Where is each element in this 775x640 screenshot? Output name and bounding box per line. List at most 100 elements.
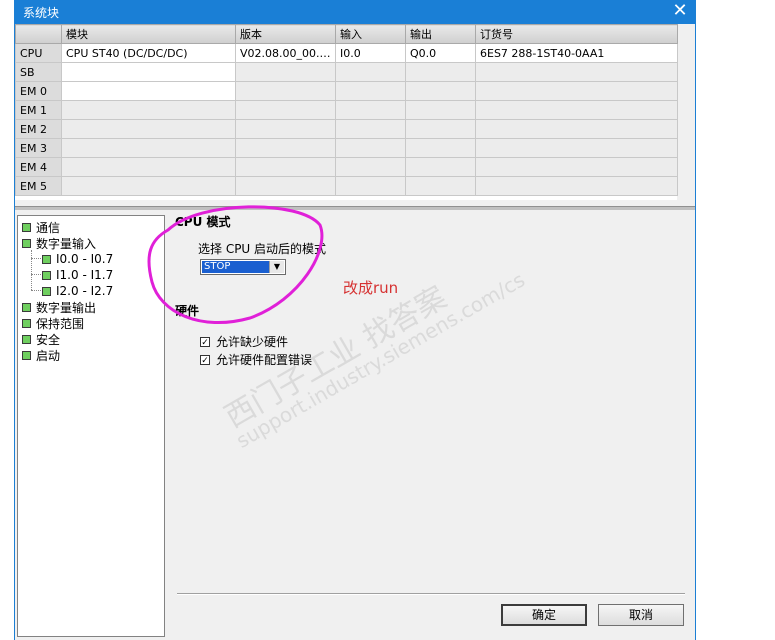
ok-button[interactable]: 确定 bbox=[501, 604, 587, 626]
tree-node-icon bbox=[22, 334, 31, 344]
tree-item-i2[interactable]: I2.0 - I2.7 bbox=[42, 283, 113, 299]
tree-item-label: I1.0 - I1.7 bbox=[56, 268, 114, 282]
tree-connector bbox=[31, 274, 41, 275]
table-row[interactable]: EM 5 bbox=[15, 176, 678, 196]
startup-mode-select[interactable]: STOP ▼ bbox=[200, 259, 286, 275]
output-cell bbox=[405, 176, 476, 196]
version-cell: V02.08.00_00.00... bbox=[235, 43, 336, 63]
input-cell bbox=[335, 100, 406, 120]
input-cell bbox=[335, 138, 406, 158]
module-cell[interactable] bbox=[61, 62, 236, 82]
slot-label: EM 4 bbox=[15, 157, 62, 177]
startup-mode-label: 选择 CPU 启动后的模式 bbox=[198, 242, 327, 256]
tree-item-i0[interactable]: I0.0 - I0.7 bbox=[42, 251, 113, 267]
grid-header-order-number[interactable]: 订货号 bbox=[475, 24, 678, 44]
input-cell: I0.0 bbox=[335, 43, 406, 63]
input-cell bbox=[335, 62, 406, 82]
grid-header-input[interactable]: 输入 bbox=[335, 24, 406, 44]
version-cell bbox=[235, 62, 336, 82]
input-cell bbox=[335, 176, 406, 196]
system-block-window: 系统块 ✕ 模块 版本 输入 输出 订货号 CPU CPU ST40 (DC/D… bbox=[14, 0, 696, 640]
module-cell[interactable] bbox=[61, 157, 236, 177]
tree-item-digital-input[interactable]: 数字量输入 bbox=[22, 235, 96, 251]
table-row[interactable]: EM 1 bbox=[15, 100, 678, 120]
grid-header-version[interactable]: 版本 bbox=[235, 24, 336, 44]
module-cell[interactable] bbox=[61, 119, 236, 139]
tree-item-label: I0.0 - I0.7 bbox=[56, 252, 114, 266]
input-cell bbox=[335, 157, 406, 177]
settings-content-pane: CPU 模式 选择 CPU 启动后的模式 STOP ▼ 硬件 ✓ 允许缺少硬件 … bbox=[167, 210, 695, 640]
grid-header-module[interactable]: 模块 bbox=[61, 24, 236, 44]
slot-label: EM 0 bbox=[15, 81, 62, 101]
tree-item-label: I2.0 - I2.7 bbox=[56, 284, 114, 298]
input-cell bbox=[335, 119, 406, 139]
module-cell[interactable] bbox=[61, 81, 236, 101]
tree-node-icon bbox=[22, 302, 31, 312]
module-cell[interactable] bbox=[61, 138, 236, 158]
table-row[interactable]: EM 4 bbox=[15, 157, 678, 177]
order-cell: 6ES7 288-1ST40-0AA1 bbox=[475, 43, 678, 63]
allow-hardware-config-error-checkbox[interactable]: ✓ 允许硬件配置错误 bbox=[200, 351, 312, 368]
version-cell bbox=[235, 81, 336, 101]
order-cell bbox=[475, 100, 678, 120]
order-cell bbox=[475, 119, 678, 139]
chevron-down-icon[interactable]: ▼ bbox=[269, 261, 284, 273]
order-cell bbox=[475, 81, 678, 101]
checkmark-icon[interactable]: ✓ bbox=[200, 336, 210, 348]
tree-item-label: 数字量输出 bbox=[36, 300, 97, 315]
order-cell bbox=[475, 62, 678, 82]
tree-item-i1[interactable]: I1.0 - I1.7 bbox=[42, 267, 113, 283]
table-row[interactable]: EM 0 bbox=[15, 81, 678, 101]
table-row[interactable]: SB bbox=[15, 62, 678, 82]
tree-node-icon bbox=[22, 222, 31, 232]
allow-missing-hardware-checkbox[interactable]: ✓ 允许缺少硬件 bbox=[200, 333, 288, 350]
slot-label: CPU bbox=[15, 43, 62, 63]
order-cell bbox=[475, 138, 678, 158]
module-grid: 模块 版本 输入 输出 订货号 CPU CPU ST40 (DC/DC/DC) … bbox=[15, 24, 678, 200]
tree-item-retentive[interactable]: 保持范围 bbox=[22, 315, 84, 331]
checkbox-label: 允许缺少硬件 bbox=[216, 335, 289, 349]
tree-node-icon bbox=[22, 318, 31, 328]
tree-item-label: 安全 bbox=[36, 332, 61, 347]
output-cell bbox=[405, 100, 476, 120]
slot-label: EM 3 bbox=[15, 138, 62, 158]
cancel-button[interactable]: 取消 bbox=[598, 604, 684, 626]
output-cell bbox=[405, 138, 476, 158]
order-cell bbox=[475, 157, 678, 177]
order-cell bbox=[475, 176, 678, 196]
close-icon[interactable]: ✕ bbox=[665, 0, 695, 24]
checkbox-label: 允许硬件配置错误 bbox=[216, 353, 313, 367]
hardware-title: 硬件 bbox=[175, 304, 200, 318]
input-cell bbox=[335, 81, 406, 101]
annotation-text: 改成run bbox=[343, 279, 399, 297]
slot-label: EM 1 bbox=[15, 100, 62, 120]
tree-node-icon bbox=[22, 238, 31, 248]
table-row[interactable]: EM 2 bbox=[15, 119, 678, 139]
version-cell bbox=[235, 176, 336, 196]
table-row[interactable]: CPU CPU ST40 (DC/DC/DC) V02.08.00_00.00.… bbox=[15, 43, 678, 63]
output-cell bbox=[405, 119, 476, 139]
module-cell[interactable]: CPU ST40 (DC/DC/DC) bbox=[61, 43, 236, 63]
title-bar[interactable]: 系统块 ✕ bbox=[15, 0, 695, 24]
module-cell[interactable] bbox=[61, 176, 236, 196]
tree-item-startup[interactable]: 启动 bbox=[22, 347, 60, 363]
startup-mode-value: STOP bbox=[202, 261, 270, 273]
version-cell bbox=[235, 157, 336, 177]
output-cell: Q0.0 bbox=[405, 43, 476, 63]
tree-node-icon bbox=[42, 286, 51, 296]
tree-item-communication[interactable]: 通信 bbox=[22, 219, 60, 235]
window-title: 系统块 bbox=[23, 6, 60, 20]
grid-header-row: 模块 版本 输入 输出 订货号 bbox=[15, 24, 678, 44]
grid-header-output[interactable]: 输出 bbox=[405, 24, 476, 44]
slot-label: EM 5 bbox=[15, 176, 62, 196]
checkmark-icon[interactable]: ✓ bbox=[200, 354, 210, 366]
version-cell bbox=[235, 100, 336, 120]
tree-item-digital-output[interactable]: 数字量输出 bbox=[22, 299, 96, 315]
version-cell bbox=[235, 138, 336, 158]
cpu-mode-title: CPU 模式 bbox=[175, 215, 231, 229]
grid-header-slot bbox=[15, 24, 62, 44]
tree-item-label: 启动 bbox=[36, 348, 61, 363]
module-cell[interactable] bbox=[61, 100, 236, 120]
table-row[interactable]: EM 3 bbox=[15, 138, 678, 158]
tree-item-security[interactable]: 安全 bbox=[22, 331, 60, 347]
